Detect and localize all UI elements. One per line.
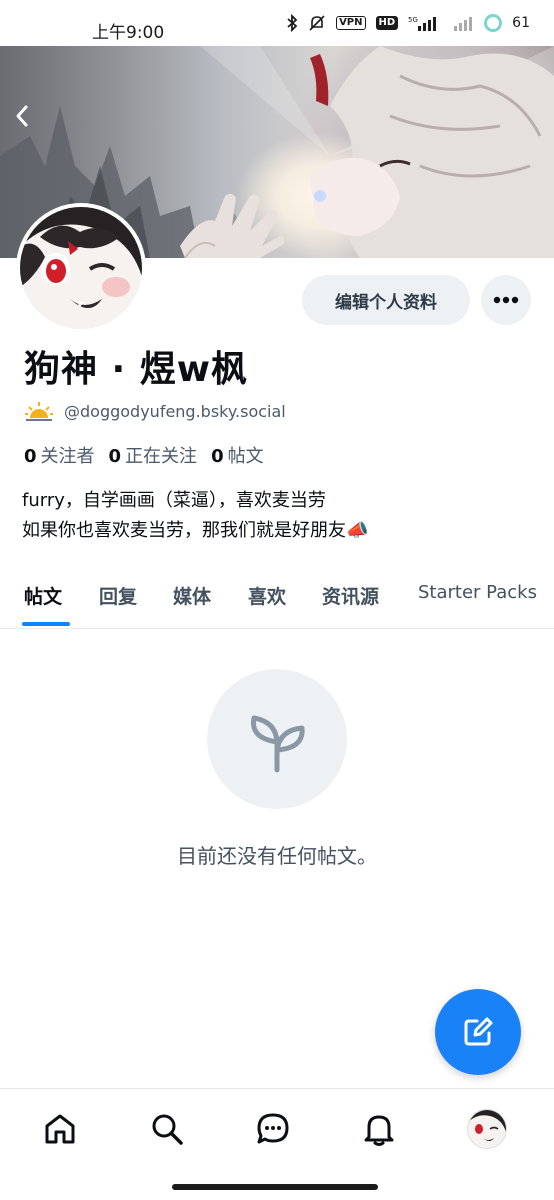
- handle-row: @doggodyufeng.bsky.social: [24, 400, 286, 422]
- status-icons: VPN HD 5G 61: [286, 14, 530, 32]
- following-stat[interactable]: 0 正在关注: [109, 442, 198, 468]
- compose-post-button[interactable]: [435, 989, 521, 1075]
- nav-chat[interactable]: [253, 1109, 293, 1149]
- signal-5g-icon: 5G: [408, 16, 437, 31]
- edit-profile-button[interactable]: 编辑个人资料: [302, 275, 470, 325]
- active-tab-indicator: [22, 622, 70, 626]
- tab-replies[interactable]: 回复: [99, 582, 137, 609]
- bluetooth-icon: [287, 14, 298, 32]
- profile-tabs: 帖文 回复 媒体 喜欢 资讯源 Starter Packs: [0, 574, 554, 629]
- nav-search[interactable]: [147, 1109, 187, 1149]
- mute-bell-icon: [309, 15, 325, 31]
- hd-badge: HD: [375, 16, 399, 30]
- chevron-left-icon: [16, 105, 28, 127]
- signal-icon: [454, 17, 473, 31]
- bio-line: 如果你也喜欢麦当劳，那我们就是好朋友📣: [22, 520, 369, 541]
- followers-label: 关注者: [40, 446, 95, 467]
- home-icon: [45, 1114, 75, 1144]
- posts-count: 0: [211, 446, 224, 467]
- bio-line: furry，自学画画（菜逼），喜欢麦当劳: [22, 490, 326, 511]
- battery-icon: [484, 14, 503, 32]
- avatar-frame[interactable]: [16, 203, 146, 333]
- status-time: 上午9:00: [92, 23, 165, 43]
- tab-starter-packs[interactable]: Starter Packs: [418, 582, 537, 603]
- followers-count: 0: [24, 446, 37, 467]
- vpn-badge: VPN: [336, 16, 366, 30]
- followers-stat[interactable]: 0 关注者: [24, 442, 95, 468]
- avatar[interactable]: [20, 207, 142, 329]
- posts-stat: 0 帖文: [211, 442, 264, 468]
- following-label: 正在关注: [125, 446, 198, 467]
- tab-feeds[interactable]: 资讯源: [322, 582, 379, 609]
- ellipsis-icon: [493, 296, 519, 304]
- tab-media[interactable]: 媒体: [173, 582, 211, 609]
- tab-likes[interactable]: 喜欢: [248, 582, 286, 609]
- following-count: 0: [108, 446, 122, 467]
- posts-label: 帖文: [227, 446, 264, 467]
- nav-notifications[interactable]: [359, 1109, 399, 1149]
- nav-home[interactable]: [40, 1109, 80, 1149]
- empty-state-circle: [207, 669, 347, 809]
- back-button[interactable]: [14, 104, 40, 134]
- display-name: 狗神 · 煜w枫: [24, 349, 249, 390]
- more-options-button[interactable]: [481, 275, 531, 325]
- sunrise-icon: [25, 402, 53, 421]
- bottom-navigation: [0, 1088, 554, 1171]
- profile-handle: @doggodyufeng.bsky.social: [64, 401, 286, 421]
- chat-icon: [257, 1113, 289, 1144]
- svg-text:5G: 5G: [408, 16, 418, 24]
- status-bar: 上午9:00 VPN HD 5G 61: [0, 0, 554, 46]
- bell-icon: [364, 1115, 394, 1146]
- profile-bio: furry，自学画画（菜逼），喜欢麦当劳 如果你也喜欢麦当劳，那我们就是好朋友📣: [22, 486, 368, 546]
- tab-posts[interactable]: 帖文: [24, 582, 62, 609]
- home-indicator: [172, 1184, 378, 1190]
- nav-profile[interactable]: [467, 1109, 507, 1149]
- avatar: [467, 1109, 507, 1149]
- profile-stats: 0 关注者 0 正在关注 0 帖文: [24, 442, 264, 468]
- battery-level: 61: [512, 15, 530, 31]
- search-icon: [152, 1114, 183, 1145]
- compose-icon: [464, 1017, 493, 1046]
- sprout-icon: [250, 715, 305, 773]
- empty-state-message: 目前还没有任何帖文。: [177, 844, 377, 868]
